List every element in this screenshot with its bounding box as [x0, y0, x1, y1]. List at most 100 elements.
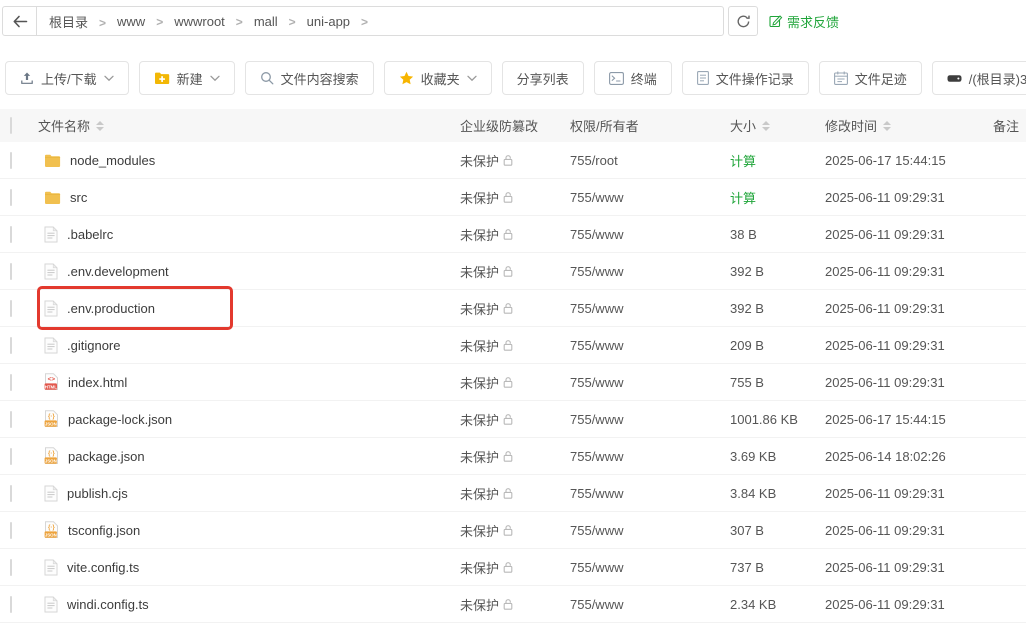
sort-icon[interactable]	[762, 121, 770, 131]
column-header: 备注	[988, 116, 1026, 135]
row-checkbox[interactable]	[10, 448, 12, 465]
tamper-protection-status[interactable]: 未保护	[455, 336, 565, 355]
file-name[interactable]: package-lock.json	[68, 412, 172, 427]
file-footprint-button[interactable]: 文件足迹	[819, 61, 922, 95]
tamper-protection-status[interactable]: 未保护	[455, 188, 565, 207]
feedback-link[interactable]: 需求反馈	[769, 12, 839, 31]
calculate-size-link[interactable]: 计算	[725, 188, 820, 207]
file-name-cell[interactable]: {·}JSONpackage.json	[36, 447, 455, 465]
file-name-cell[interactable]: {·}JSONtsconfig.json	[36, 521, 455, 539]
tamper-protection-status[interactable]: 未保护	[455, 521, 565, 540]
search-icon	[260, 71, 274, 85]
modified-time: 2025-06-11 09:29:31	[820, 338, 988, 353]
file-name[interactable]: package.json	[68, 449, 145, 464]
column-header[interactable]: 大小	[725, 116, 820, 135]
file-table: 文件名称企业级防篡改权限/所有者大小修改时间备注 node_modules未保护…	[0, 109, 1026, 623]
column-header: 企业级防篡改	[455, 116, 565, 135]
column-header[interactable]: 修改时间	[820, 116, 988, 135]
file-name[interactable]: index.html	[68, 375, 127, 390]
breadcrumb-bar: 根目录wwwwwwrootmalluni-app	[2, 6, 724, 36]
row-checkbox[interactable]	[10, 152, 12, 169]
tamper-protection-status[interactable]: 未保护	[455, 262, 565, 281]
folder-icon	[44, 153, 61, 168]
file-name-cell[interactable]: .env.development	[36, 263, 455, 280]
breadcrumb-item[interactable]: 根目录	[49, 12, 117, 31]
file-name[interactable]: .babelrc	[67, 227, 113, 242]
upload-download-button[interactable]: 上传/下载	[5, 61, 129, 95]
content-search-button[interactable]: 文件内容搜索	[245, 61, 374, 95]
tamper-protection-status[interactable]: 未保护	[455, 558, 565, 577]
file-size: 2.34 KB	[725, 597, 820, 612]
file-name[interactable]: tsconfig.json	[68, 523, 140, 538]
file-name[interactable]: .gitignore	[67, 338, 120, 353]
row-checkbox[interactable]	[10, 263, 12, 280]
disk-button[interactable]: /(根目录)36 GB	[932, 61, 1026, 95]
file-name-cell[interactable]: .babelrc	[36, 226, 455, 243]
tamper-protection-status[interactable]: 未保护	[455, 595, 565, 614]
select-all-checkbox[interactable]	[10, 117, 12, 134]
row-checkbox[interactable]	[10, 522, 12, 539]
file-name[interactable]: src	[70, 190, 87, 205]
sort-icon[interactable]	[883, 121, 891, 131]
tamper-protection-status[interactable]: 未保护	[455, 484, 565, 503]
new-button[interactable]: 新建	[139, 61, 235, 95]
file-name[interactable]: .env.development	[67, 264, 169, 279]
row-checkbox[interactable]	[10, 374, 12, 391]
file-name-cell[interactable]: windi.config.ts	[36, 596, 455, 613]
tamper-protection-status[interactable]: 未保护	[455, 373, 565, 392]
file-name[interactable]: .env.production	[67, 301, 155, 316]
file-operation-log-button[interactable]: 文件操作记录	[682, 61, 809, 95]
favorites-button[interactable]: 收藏夹	[384, 61, 492, 95]
protection-label: 未保护	[460, 299, 499, 318]
refresh-button[interactable]	[728, 6, 758, 36]
table-body: node_modules未保护755/root计算2025-06-17 15:4…	[0, 142, 1026, 623]
breadcrumb-item[interactable]: uni-app	[307, 14, 379, 29]
tamper-protection-status[interactable]: 未保护	[455, 225, 565, 244]
permissions-owner: 755/www	[565, 523, 725, 538]
file-name-cell[interactable]: <>HTMLindex.html	[36, 373, 455, 391]
terminal-button[interactable]: 终端	[594, 61, 672, 95]
row-checkbox[interactable]	[10, 559, 12, 576]
file-size: 307 B	[725, 523, 820, 538]
file-size: 392 B	[725, 264, 820, 279]
row-checkbox[interactable]	[10, 596, 12, 613]
breadcrumb-item[interactable]: mall	[254, 14, 307, 29]
file-name[interactable]: node_modules	[70, 153, 155, 168]
tamper-protection-status[interactable]: 未保护	[455, 410, 565, 429]
file-name-cell[interactable]: .env.production	[36, 300, 455, 317]
row-checkbox[interactable]	[10, 411, 12, 428]
sort-icon[interactable]	[96, 121, 104, 131]
modified-time: 2025-06-11 09:29:31	[820, 227, 988, 242]
file-name[interactable]: publish.cjs	[67, 486, 128, 501]
row-checkbox[interactable]	[10, 337, 12, 354]
tamper-protection-status[interactable]: 未保护	[455, 299, 565, 318]
breadcrumb-item[interactable]: www	[117, 14, 174, 29]
file-name-cell[interactable]: publish.cjs	[36, 485, 455, 502]
file-name-cell[interactable]: node_modules	[36, 153, 455, 168]
modified-time: 2025-06-17 15:44:15	[820, 153, 988, 168]
share-list-button[interactable]: 分享列表	[502, 61, 584, 95]
file-icon	[44, 596, 58, 613]
unlock-icon	[502, 450, 514, 462]
column-header[interactable]: 文件名称	[36, 116, 455, 135]
feedback-label: 需求反馈	[787, 12, 839, 31]
breadcrumb-item[interactable]: wwwroot	[174, 14, 254, 29]
row-checkbox[interactable]	[10, 226, 12, 243]
permissions-owner: 755/www	[565, 560, 725, 575]
file-name[interactable]: windi.config.ts	[67, 597, 149, 612]
tamper-protection-status[interactable]: 未保护	[455, 151, 565, 170]
back-button[interactable]	[3, 7, 37, 35]
file-name[interactable]: vite.config.ts	[67, 560, 139, 575]
protection-label: 未保护	[460, 521, 499, 540]
column-header-label: 企业级防篡改	[460, 116, 538, 135]
file-name-cell[interactable]: vite.config.ts	[36, 559, 455, 576]
file-name-cell[interactable]: src	[36, 190, 455, 205]
row-checkbox[interactable]	[10, 300, 12, 317]
row-checkbox[interactable]	[10, 485, 12, 502]
permissions-owner: 755/www	[565, 190, 725, 205]
file-name-cell[interactable]: {·}JSONpackage-lock.json	[36, 410, 455, 428]
row-checkbox[interactable]	[10, 189, 12, 206]
calculate-size-link[interactable]: 计算	[725, 151, 820, 170]
tamper-protection-status[interactable]: 未保护	[455, 447, 565, 466]
file-name-cell[interactable]: .gitignore	[36, 337, 455, 354]
